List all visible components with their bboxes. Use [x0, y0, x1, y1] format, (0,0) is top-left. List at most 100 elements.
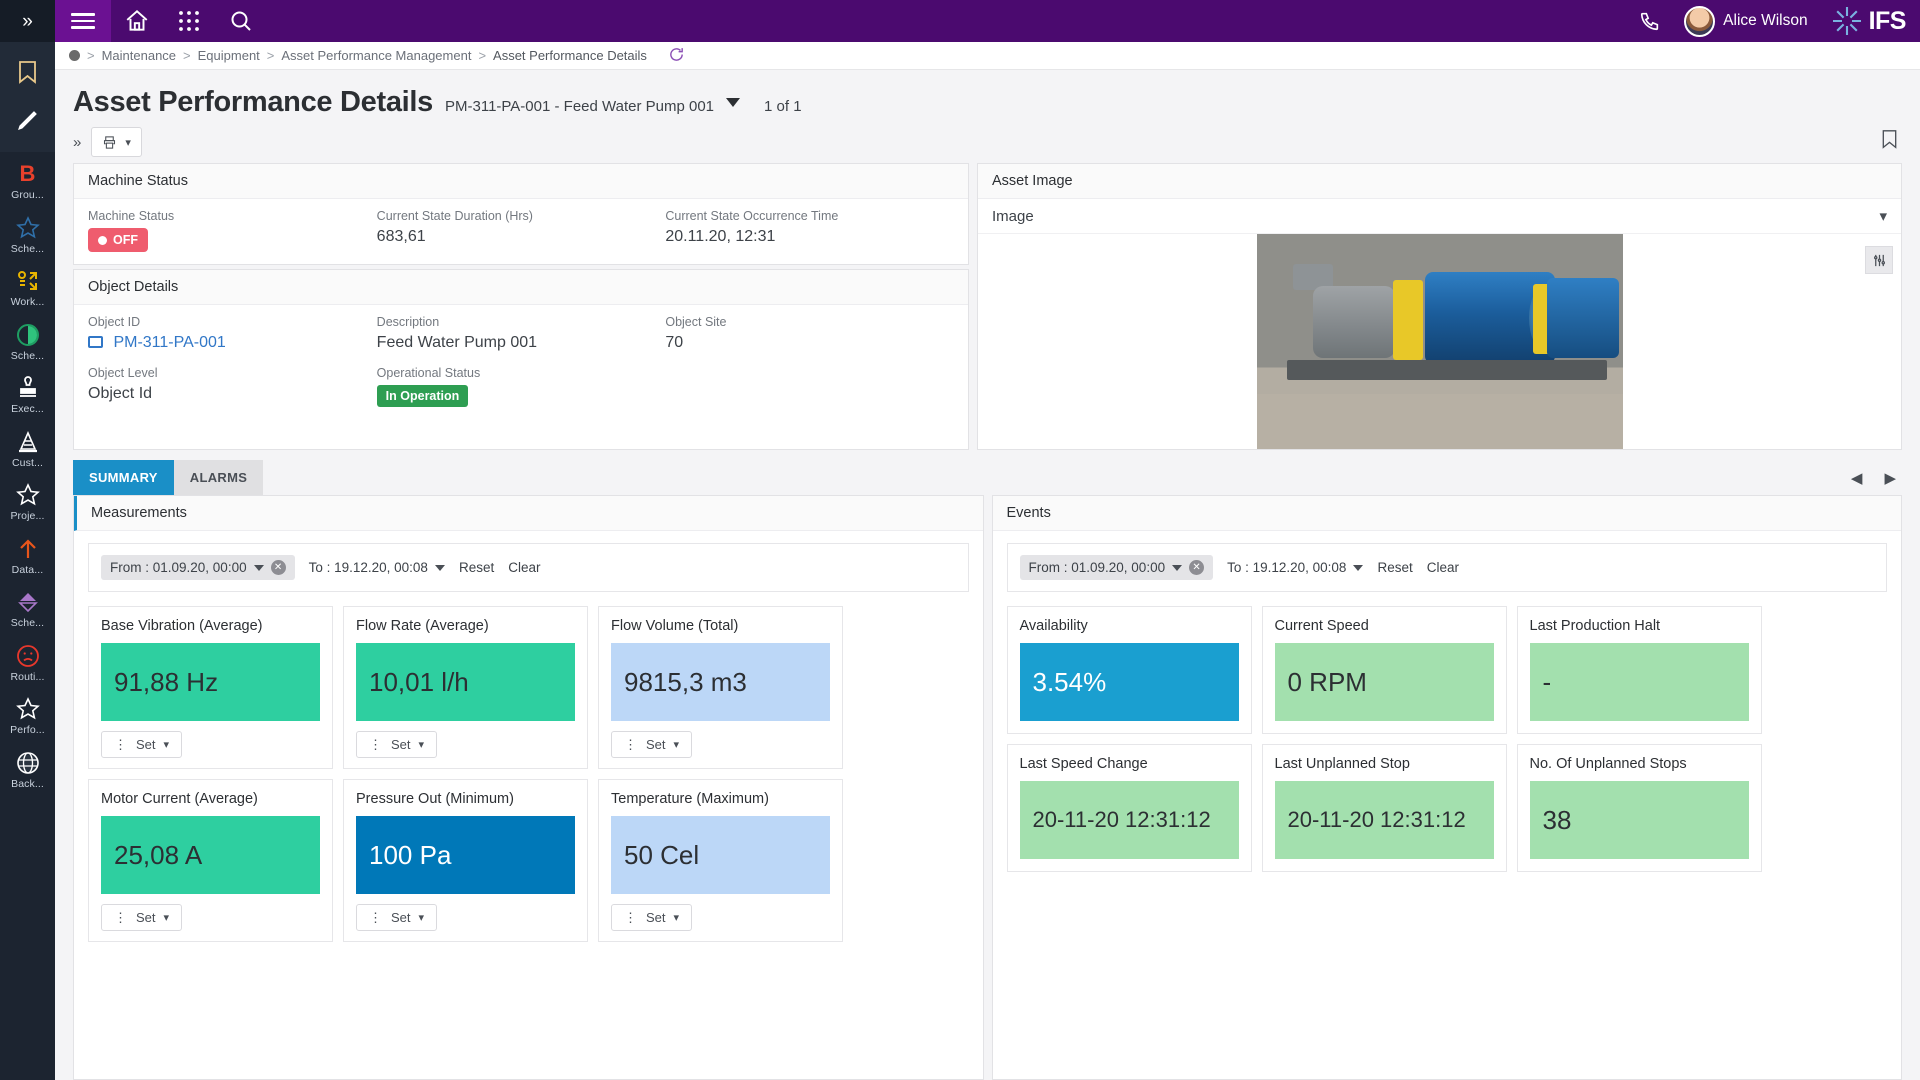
sidebar-item-grou[interactable]: B Grou...: [0, 152, 55, 206]
sidebar-item-sche-2[interactable]: Sche...: [0, 313, 55, 367]
tab-summary[interactable]: SUMMARY: [73, 460, 174, 495]
breadcrumb-item-asset-performance-management[interactable]: Asset Performance Management: [281, 48, 471, 63]
sidebar-item-exec[interactable]: Exec...: [0, 366, 55, 420]
tile-set-button[interactable]: ⋮ Set ▾: [101, 904, 183, 931]
events-panel: Events From : 01.09.20, 00:00 ✕ To : 19.…: [991, 495, 1902, 1080]
asset-image-card-title: Asset Image: [978, 164, 1901, 199]
tile-title: Current Speed: [1274, 618, 1369, 634]
kebab-menu-icon[interactable]: ⋮: [624, 911, 638, 924]
measurement-tile[interactable]: Pressure Out (Minimum) 100 Pa ⋮ Set ▾: [343, 779, 588, 942]
tile-set-button[interactable]: ⋮ Set ▾: [611, 731, 693, 758]
ifs-mark-icon: [1832, 7, 1861, 35]
ifs-wordmark: IFS: [1868, 6, 1907, 35]
search-icon[interactable]: [215, 0, 267, 42]
event-tile[interactable]: Current Speed 0 RPM: [1261, 606, 1507, 734]
event-tile[interactable]: No. Of Unplanned Stops 38: [1516, 744, 1762, 872]
field-spacer: [665, 366, 954, 407]
pencil-icon[interactable]: [0, 96, 55, 144]
breadcrumb-root-dot[interactable]: [69, 50, 80, 61]
sidebar-item-perfo[interactable]: Perfo...: [0, 687, 55, 741]
home-icon[interactable]: [111, 0, 163, 42]
events-reset-button[interactable]: Reset: [1377, 560, 1412, 575]
kebab-menu-icon[interactable]: ⋮: [624, 738, 638, 751]
page-subtitle: PM-311-PA-001 - Feed Water Pump 001: [445, 98, 715, 115]
object-id-value-wrap[interactable]: PM-311-PA-001: [88, 334, 377, 352]
tile-title: Pressure Out (Minimum): [356, 791, 514, 807]
breadcrumb-item-equipment[interactable]: Equipment: [198, 48, 260, 63]
events-to-filter[interactable]: To : 19.12.20, 00:08: [1227, 560, 1364, 575]
asset-photo: [1256, 234, 1623, 449]
object-id-link[interactable]: PM-311-PA-001: [113, 334, 225, 351]
measurement-tile[interactable]: Temperature (Maximum) 50 Cel ⋮ Set ▾: [598, 779, 843, 942]
events-from-label: From : 01.09.20, 00:00: [1028, 560, 1166, 575]
record-selector-chevron-down-icon[interactable]: [726, 98, 741, 107]
event-tile[interactable]: Last Production Halt -: [1516, 606, 1762, 734]
measurements-clear-button[interactable]: Clear: [508, 560, 540, 575]
tile-set-button[interactable]: ⋮ Set ▾: [356, 904, 438, 931]
bookmark-icon[interactable]: [0, 48, 55, 96]
machine-status-card: Machine Status Machine Status OFF Curren…: [73, 163, 969, 265]
tile-value: 20-11-20 12:31:12: [1019, 781, 1239, 859]
chevron-right-icon[interactable]: ▶: [1884, 469, 1896, 487]
breadcrumb-item-maintenance[interactable]: Maintenance: [102, 48, 176, 63]
chevron-down-icon[interactable]: ▾: [1879, 207, 1887, 225]
field-label: Object Site: [665, 315, 727, 329]
sidebar-item-label: Cust...: [11, 456, 44, 469]
status-badge: OFF: [88, 228, 148, 252]
chevron-double-right-icon: »: [22, 10, 33, 32]
event-tile[interactable]: Last Unplanned Stop 20-11-20 12:31:12: [1261, 744, 1507, 872]
tile-set-button[interactable]: ⋮ Set ▾: [356, 731, 438, 758]
measurements-from-filter[interactable]: From : 01.09.20, 00:00 ✕: [101, 555, 295, 580]
tile-set-button[interactable]: ⋮ Set ▾: [611, 904, 693, 931]
phone-icon[interactable]: [1624, 0, 1676, 42]
kebab-menu-icon[interactable]: ⋮: [369, 738, 383, 751]
print-preview-button[interactable]: ▾: [91, 127, 142, 157]
refresh-icon[interactable]: [668, 46, 685, 66]
measurement-tile[interactable]: Flow Volume (Total) 9815,3 m3 ⋮ Set ▾: [598, 606, 843, 769]
sidebar-item-back[interactable]: Back...: [0, 741, 55, 795]
measurement-tile[interactable]: Base Vibration (Average) 91,88 Hz ⋮ Set …: [88, 606, 333, 769]
clear-from-icon[interactable]: ✕: [1189, 560, 1205, 575]
measurement-tile[interactable]: Flow Rate (Average) 10,01 l/h ⋮ Set ▾: [343, 606, 588, 769]
clear-from-icon[interactable]: ✕: [270, 560, 286, 575]
sidebar-item-routi[interactable]: Routi...: [0, 634, 55, 688]
sidebar-item-data[interactable]: Data...: [0, 527, 55, 581]
measurements-reset-button[interactable]: Reset: [459, 560, 494, 575]
hamburger-menu-icon[interactable]: [55, 0, 111, 42]
events-from-filter[interactable]: From : 01.09.20, 00:00 ✕: [1019, 555, 1214, 580]
sidebar-item-proje[interactable]: Proje...: [0, 473, 55, 527]
tab-alarms[interactable]: ALARMS: [173, 460, 264, 495]
user-name[interactable]: Alice Wilson: [1723, 12, 1807, 30]
measurements-to-filter[interactable]: To : 19.12.20, 00:08: [309, 560, 445, 575]
rail-collapse-button[interactable]: »: [0, 0, 55, 42]
sidebar-item-work[interactable]: Work...: [0, 259, 55, 313]
sidebar-item-sche-1[interactable]: Sche...: [0, 206, 55, 260]
event-tile[interactable]: Availability 3.54%: [1006, 606, 1252, 734]
field-label: Current State Occurrence Time: [665, 209, 839, 223]
events-clear-button[interactable]: Clear: [1427, 560, 1459, 575]
tile-set-button[interactable]: ⋮ Set ▾: [101, 731, 183, 758]
chevron-left-icon[interactable]: ◀: [1851, 469, 1863, 487]
sidebar-item-label: Sche...: [10, 349, 45, 362]
tile-value: 38: [1529, 781, 1749, 859]
sidebar-item-sche-3[interactable]: Sche...: [0, 580, 55, 634]
kebab-menu-icon[interactable]: ⋮: [114, 738, 128, 751]
asset-image-selector[interactable]: Image ▾: [978, 199, 1901, 234]
sliders-icon[interactable]: [1865, 246, 1893, 274]
kebab-menu-icon[interactable]: ⋮: [114, 911, 128, 924]
sidebar-item-label: Proje...: [10, 510, 45, 522]
star-outline-icon: [15, 696, 40, 722]
events-to-label: To : 19.12.20, 00:08: [1227, 560, 1347, 575]
measurement-tile[interactable]: Motor Current (Average) 25,08 A ⋮ Set ▾: [88, 779, 333, 942]
arrow-up-icon: [16, 536, 40, 562]
avatar[interactable]: [1684, 5, 1716, 37]
print-preview-icon: [104, 135, 116, 149]
chevron-double-right-icon[interactable]: »: [73, 134, 81, 151]
apps-grid-icon[interactable]: [163, 0, 215, 42]
kebab-menu-icon[interactable]: ⋮: [369, 911, 383, 924]
field-label: Operational Status: [376, 366, 481, 380]
machine-status-fields: Machine Status OFF Current State Duratio…: [74, 199, 968, 264]
bookmark-outline-icon[interactable]: [1881, 130, 1902, 154]
event-tile[interactable]: Last Speed Change 20-11-20 12:31:12: [1006, 744, 1252, 872]
sidebar-item-cust[interactable]: Cust...: [0, 420, 55, 474]
